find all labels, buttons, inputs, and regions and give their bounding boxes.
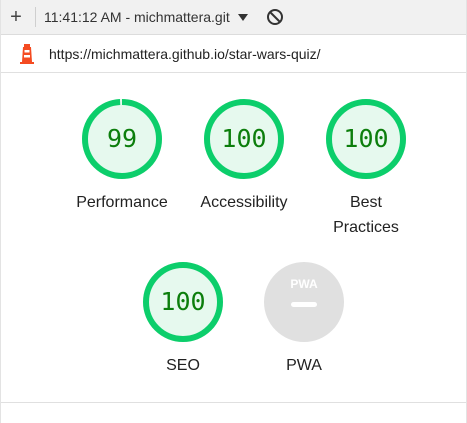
best-practices-score: 100 bbox=[343, 124, 389, 153]
seo-label-line: SEO bbox=[166, 357, 200, 374]
pwa-badge[interactable]: PWA bbox=[263, 261, 345, 343]
performance-score: 99 bbox=[106, 124, 138, 153]
lighthouse-report-window: + 11:41:12 AM - michmattera.git https://… bbox=[0, 0, 467, 423]
report-toolbar: + 11:41:12 AM - michmattera.git bbox=[1, 0, 466, 35]
accessibility-score: 100 bbox=[221, 124, 267, 153]
seo-label[interactable]: SEO bbox=[118, 353, 248, 378]
pwa-label-line: PWA bbox=[286, 357, 322, 374]
seo-gauge[interactable]: 100 bbox=[142, 261, 224, 343]
best-practices-label[interactable]: Best Practices bbox=[301, 190, 431, 240]
dropdown-icon[interactable] bbox=[237, 13, 248, 21]
best-practices-label-line-2: Practices bbox=[333, 219, 399, 236]
toolbar-divider bbox=[35, 7, 36, 27]
section-divider bbox=[1, 402, 466, 403]
performance-label-line: Performance bbox=[76, 194, 168, 211]
performance-gauge[interactable]: 99 bbox=[81, 98, 163, 180]
block-icon[interactable] bbox=[266, 8, 284, 26]
url-bar: https://michmattera.github.io/star-wars-… bbox=[1, 35, 466, 73]
seo-score: 100 bbox=[160, 287, 206, 316]
accessibility-gauge[interactable]: 100 bbox=[203, 98, 285, 180]
lighthouse-icon bbox=[20, 43, 34, 64]
report-selector[interactable]: 11:41:12 AM - michmattera.git bbox=[44, 9, 230, 25]
best-practices-gauge[interactable]: 100 bbox=[325, 98, 407, 180]
plus-icon[interactable]: + bbox=[1, 0, 31, 34]
pwa-badge-text: PWA bbox=[290, 277, 318, 291]
best-practices-label-line-1: Best bbox=[349, 194, 382, 211]
performance-label[interactable]: Performance bbox=[57, 190, 187, 215]
accessibility-label[interactable]: Accessibility bbox=[179, 190, 309, 215]
pwa-label[interactable]: PWA bbox=[239, 353, 369, 378]
pwa-dash-icon bbox=[291, 302, 317, 307]
report-url[interactable]: https://michmattera.github.io/star-wars-… bbox=[49, 46, 321, 62]
accessibility-label-line: Accessibility bbox=[200, 194, 288, 211]
pwa-badge-circle: PWA bbox=[264, 262, 344, 342]
